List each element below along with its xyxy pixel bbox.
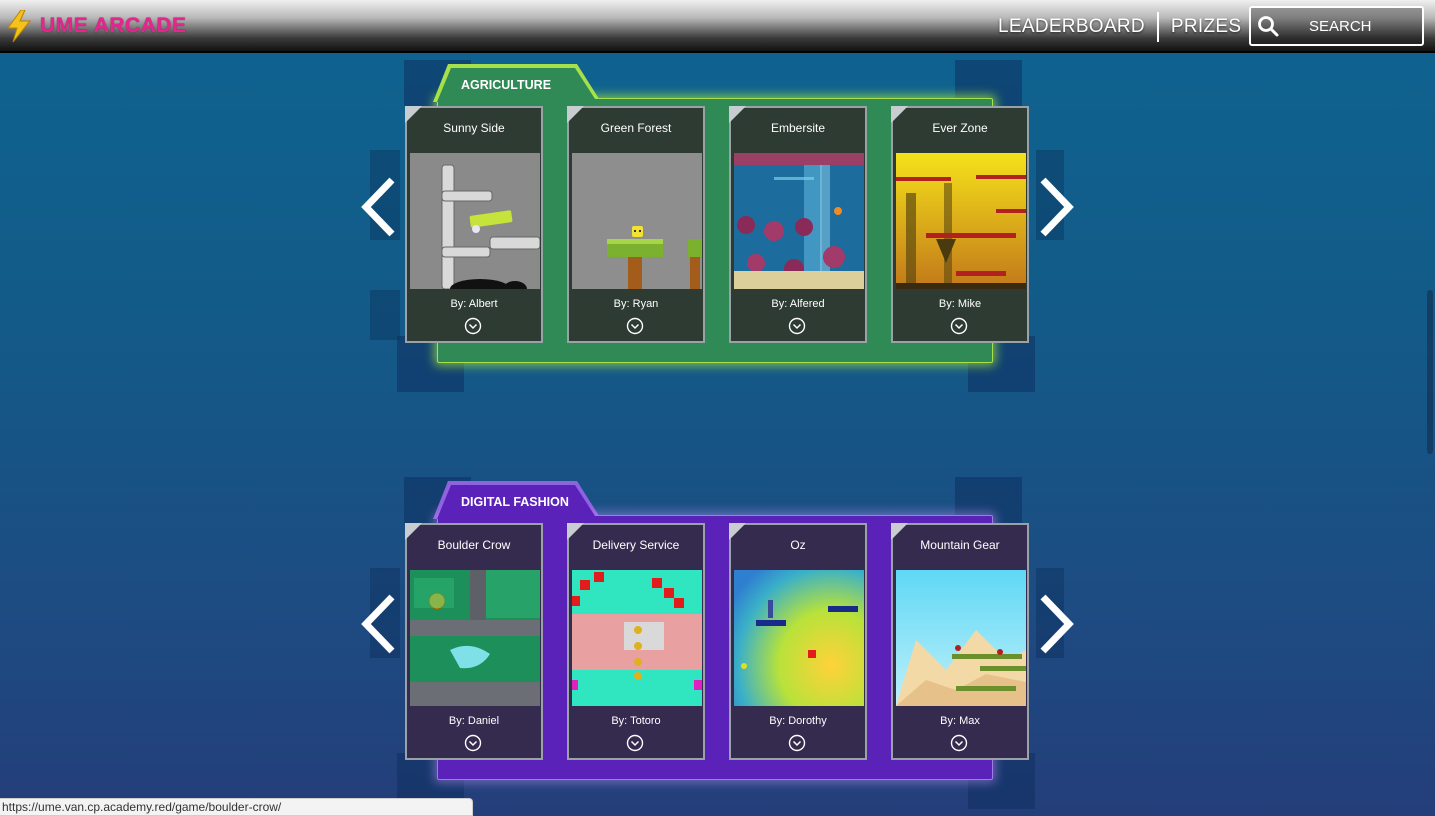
game-card[interactable]: Green Forest By: Ryan (567, 106, 705, 343)
game-thumbnail[interactable] (734, 570, 864, 706)
game-card[interactable]: Ever Zone By: Mike (891, 106, 1029, 343)
chevron-down-circle-icon[interactable] (464, 317, 482, 335)
top-navigation-bar: UME ARCADE LEADERBOARD PRIZES (0, 0, 1435, 53)
chevron-left-icon[interactable] (358, 593, 398, 655)
chevron-left-icon[interactable] (358, 176, 398, 238)
category-tab-agriculture[interactable]: AGRICULTURE (437, 68, 597, 102)
game-thumbnail[interactable] (572, 153, 702, 289)
game-title: Delivery Service (592, 538, 680, 552)
game-title: Green Forest (600, 121, 672, 135)
main-nav: LEADERBOARD PRIZES (998, 12, 1241, 42)
category-tab-digital-fashion[interactable]: DIGITAL FASHION (437, 485, 597, 519)
chevron-down-circle-icon[interactable] (788, 734, 806, 752)
search-icon[interactable] (1257, 15, 1279, 37)
category-title: DIGITAL FASHION (461, 495, 569, 509)
category-title: AGRICULTURE (461, 78, 552, 92)
game-thumbnail[interactable] (734, 153, 864, 289)
chevron-down-circle-icon[interactable] (626, 734, 644, 752)
chevron-down-circle-icon[interactable] (950, 317, 968, 335)
game-card-list: Sunny Side By: Albert Green Forest By: R… (405, 106, 1053, 343)
game-card[interactable]: Embersite By: Alfered (729, 106, 867, 343)
game-author: By: Albert (450, 298, 498, 310)
chevron-down-circle-icon[interactable] (788, 317, 806, 335)
logo-text: UME ARCADE (40, 14, 187, 37)
game-card[interactable]: Sunny Side By: Albert (405, 106, 543, 343)
game-title: Embersite (770, 121, 826, 135)
game-card[interactable]: Delivery Service By: Totoro (567, 523, 705, 760)
game-title: Oz (790, 538, 806, 552)
game-author: By: Daniel (448, 715, 500, 727)
game-title: Sunny Side (443, 121, 505, 135)
site-logo[interactable]: UME ARCADE (6, 10, 187, 42)
game-author: By: Alfered (771, 298, 825, 310)
game-title: Boulder Crow (437, 538, 511, 552)
chevron-down-circle-icon[interactable] (464, 734, 482, 752)
game-card-list: Boulder Crow By: Daniel Delivery Service (405, 523, 1053, 760)
game-thumbnail[interactable] (410, 153, 540, 289)
search-input[interactable] (1309, 17, 1419, 35)
page-scrollbar-thumb[interactable] (1427, 290, 1433, 454)
game-author: By: Mike (938, 298, 982, 310)
browser-status-url: https://ume.van.cp.academy.red/game/boul… (0, 798, 473, 816)
nav-prizes[interactable]: PRIZES (1171, 16, 1241, 38)
lightning-bolt-icon (7, 10, 32, 42)
game-thumbnail[interactable] (572, 570, 702, 706)
game-author: By: Dorothy (769, 715, 827, 727)
chevron-down-circle-icon[interactable] (950, 734, 968, 752)
game-title: Ever Zone (932, 121, 988, 135)
game-author: By: Ryan (613, 298, 659, 310)
chevron-down-circle-icon[interactable] (626, 317, 644, 335)
category-section-agriculture: AGRICULTURE Sunny Side By: Albert Green … (0, 56, 1435, 396)
game-card[interactable]: Boulder Crow By: Daniel (405, 523, 543, 760)
game-title: Mountain Gear (920, 538, 1000, 552)
category-section-digital-fashion: DIGITAL FASHION Boulder Crow By: Daniel (0, 473, 1435, 813)
game-thumbnail[interactable] (896, 570, 1026, 706)
game-author: By: Totoro (611, 715, 661, 727)
game-author: By: Max (940, 715, 980, 727)
nav-divider (1156, 12, 1159, 42)
search-box[interactable] (1249, 6, 1424, 46)
game-thumbnail[interactable] (410, 570, 540, 706)
game-card[interactable]: Mountain Gear By: Max (891, 523, 1029, 760)
game-thumbnail[interactable] (896, 153, 1026, 289)
nav-leaderboard[interactable]: LEADERBOARD (998, 16, 1145, 38)
game-card[interactable]: Oz By: Dorothy (729, 523, 867, 760)
